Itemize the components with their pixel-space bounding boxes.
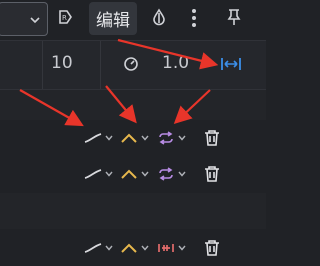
chevron-down-icon [105, 245, 113, 251]
fit-width-icon[interactable] [220, 56, 242, 76]
interpolation-curve-dropdown[interactable] [84, 231, 114, 265]
empty-area [0, 90, 266, 120]
chevron-down-icon [141, 171, 149, 177]
delete-button[interactable] [204, 157, 220, 191]
value-a-field[interactable]: 10 [51, 53, 73, 73]
interpolation-curve-dropdown[interactable] [84, 157, 114, 191]
ease-dropdown[interactable] [120, 121, 150, 155]
track-row [0, 157, 266, 191]
caret-ease-icon [121, 133, 137, 143]
record-tag-icon[interactable]: R [57, 8, 75, 30]
chevron-down-icon [141, 245, 149, 251]
bounded-range-icon [158, 244, 174, 252]
caret-ease-icon [121, 243, 137, 253]
chevron-down-icon [105, 171, 113, 177]
chevron-down-icon [141, 135, 149, 141]
trash-icon [205, 130, 219, 146]
pin-icon[interactable] [226, 8, 242, 30]
drop-icon[interactable] [150, 8, 168, 30]
delete-button[interactable] [204, 121, 220, 155]
value-b-field[interactable]: 1.0 [162, 53, 189, 73]
divider [42, 41, 43, 89]
chevron-down-icon [178, 135, 186, 141]
mode-select[interactable] [0, 2, 48, 36]
delete-button[interactable] [204, 231, 220, 265]
timer-icon[interactable] [123, 56, 139, 76]
more-vertical-icon[interactable] [190, 8, 198, 32]
ease-dropdown[interactable] [120, 231, 150, 265]
loop-dropdown[interactable] [157, 121, 187, 155]
curve-icon [84, 133, 102, 143]
curve-icon [84, 243, 102, 253]
loop-dropdown[interactable] [157, 157, 187, 191]
curve-icon [84, 169, 102, 179]
track-row [0, 121, 266, 155]
edit-button[interactable]: 编辑 [89, 2, 137, 35]
chevron-down-icon [178, 171, 186, 177]
chevron-down-icon[interactable] [29, 11, 41, 30]
chevron-down-icon [105, 135, 113, 141]
top-toolbar: R 编辑 [0, 0, 266, 40]
empty-area [0, 193, 266, 229]
chevron-down-icon [178, 245, 186, 251]
loop-dropdown[interactable] [157, 231, 187, 265]
track-row [0, 231, 266, 265]
ease-dropdown[interactable] [120, 157, 150, 191]
loop-icon [159, 167, 173, 181]
interpolation-curve-dropdown[interactable] [84, 121, 114, 155]
caret-ease-icon [121, 169, 137, 179]
loop-icon [159, 131, 173, 145]
trash-icon [205, 240, 219, 256]
divider [100, 41, 101, 89]
trash-icon [205, 166, 219, 182]
svg-text:R: R [62, 14, 67, 22]
parameter-row: 10 1.0 [0, 40, 266, 90]
